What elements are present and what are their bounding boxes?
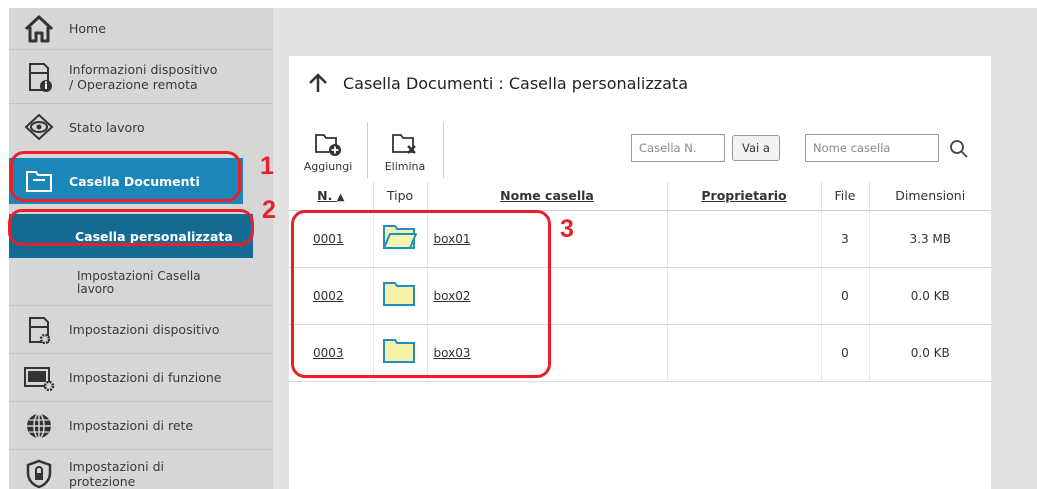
shield-icon: [9, 458, 69, 489]
toolbar: Aggiungi Elimina Casella N. Vai a Nome c…: [289, 122, 991, 182]
box-size: 3.3 MB: [869, 210, 991, 268]
function-settings-icon: [9, 364, 69, 392]
callout-outline-2: [8, 209, 254, 246]
toolbar-divider: [443, 122, 444, 178]
delete-folder-icon: [392, 134, 416, 154]
arrow-up-icon[interactable]: [307, 72, 329, 94]
delete-button[interactable]: Elimina: [373, 122, 437, 182]
column-header-number[interactable]: N. ▲: [289, 182, 374, 211]
add-folder-icon: [315, 134, 341, 156]
column-header-owner[interactable]: Proprietario: [667, 182, 822, 211]
delete-button-label: Elimina: [384, 160, 426, 173]
sidebar-subitem-label-line1: Impostazioni Casella: [77, 268, 201, 283]
callout-outline-1: [10, 151, 241, 202]
sidebar-item-label: Home: [69, 21, 106, 36]
sidebar-item-label: Impostazioni di rete: [69, 418, 194, 433]
sidebar-item-label: Informazioni dispositivo: [69, 61, 218, 77]
go-button[interactable]: Vai a: [732, 135, 780, 161]
sidebar-item-network-settings[interactable]: Impostazioni di rete: [9, 402, 273, 450]
callout-number-3: 3: [560, 215, 574, 243]
box-owner: [667, 324, 822, 382]
sidebar-item-label-group: Impostazioni di protezione: [69, 459, 164, 489]
add-button-label: Aggiungi: [303, 160, 353, 173]
box-size: 0.0 KB: [869, 267, 991, 325]
home-icon: [9, 14, 69, 44]
sidebar-item-device-info[interactable]: Informazioni dispositivo / Operazione re…: [9, 50, 273, 104]
sidebar-item-home[interactable]: Home: [9, 8, 273, 50]
sidebar-item-device-settings[interactable]: Impostazioni dispositivo: [9, 306, 273, 354]
box-size: 0.0 KB: [869, 324, 991, 382]
sidebar-item-security-settings[interactable]: Impostazioni di protezione: [9, 450, 273, 489]
sidebar-subitem-job-box-settings[interactable]: Impostazioni Casella lavoro: [9, 260, 273, 306]
search-icon[interactable]: [949, 139, 969, 159]
callout-number-1: 1: [260, 152, 274, 180]
sidebar-item-label: Stato lavoro: [69, 119, 145, 135]
sort-asc-icon: ▲: [336, 192, 345, 204]
column-header-size: Dimensioni: [869, 182, 991, 211]
column-header-name[interactable]: Nome casella: [427, 182, 668, 211]
sidebar-item-label-line2: / Operazione remota: [69, 76, 198, 92]
sidebar-subitem-label: Impostazioni Casella lavoro: [77, 268, 201, 296]
sidebar-item-function-settings[interactable]: Impostazioni di funzione: [9, 354, 273, 402]
callout-outline-3: [291, 210, 551, 378]
box-owner: [667, 210, 822, 268]
page-header: Casella Documenti : Casella personalizza…: [307, 72, 688, 94]
globe-icon: [9, 411, 69, 441]
box-owner: [667, 267, 822, 325]
device-info-icon: [9, 60, 69, 94]
box-number-input[interactable]: Casella N.: [631, 134, 725, 162]
sidebar-item-label: Impostazioni di: [69, 459, 164, 474]
sidebar-item-label: Impostazioni di funzione: [69, 370, 222, 385]
box-file-count: 0: [821, 324, 870, 382]
page-title: Casella Documenti : Casella personalizza…: [343, 73, 688, 93]
sidebar-item-label: Impostazioni dispositivo: [69, 322, 220, 337]
box-name-input[interactable]: Nome casella: [805, 134, 939, 162]
callout-number-2: 2: [262, 196, 276, 224]
column-header-files: File: [821, 182, 870, 211]
box-file-count: 0: [821, 267, 870, 325]
sidebar: Home Informazioni dispositivo / Operazio…: [9, 8, 273, 489]
add-button[interactable]: Aggiungi: [295, 122, 361, 182]
sidebar-subitem-label-line2: lavoro: [77, 281, 115, 296]
eye-icon: [9, 112, 69, 142]
column-header-label: N.: [317, 188, 333, 204]
column-header-type: Tipo: [373, 182, 428, 211]
app-window: Home Informazioni dispositivo / Operazio…: [0, 0, 1037, 489]
toolbar-divider: [367, 122, 368, 178]
sidebar-item-label-group: Informazioni dispositivo / Operazione re…: [69, 62, 217, 92]
box-file-count: 3: [821, 210, 870, 268]
sidebar-item-job-status[interactable]: Stato lavoro: [9, 104, 273, 150]
device-settings-icon: [9, 314, 69, 346]
sidebar-item-label-line2: protezione: [69, 474, 136, 489]
table-header-row: N. ▲ Tipo Nome casella Proprietario File…: [289, 182, 991, 211]
